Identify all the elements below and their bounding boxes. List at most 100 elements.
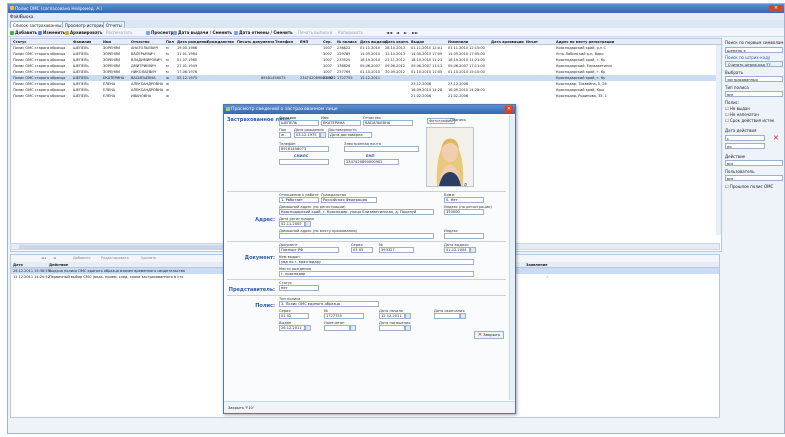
doc-type-dropdown[interactable]: Паспорт РФ (279, 247, 339, 253)
col-changed[interactable]: Изменили (448, 40, 468, 44)
live-address-field[interactable] (279, 233, 434, 239)
edit-button[interactable]: Изменить (38, 30, 65, 35)
col-enp[interactable]: ЕНП (300, 40, 308, 44)
date-from-input[interactable]: с (725, 135, 765, 141)
user-dropdown[interactable]: все (725, 175, 783, 181)
reg-date-field[interactable]: 02.11.2005 (279, 221, 305, 227)
calendar-icon[interactable] (350, 325, 356, 331)
snils-field[interactable] (279, 159, 329, 165)
table-row[interactable]: Полис ОМС старого образца ШЕПЕЛЬ ЕЛЕНА ИВАН… (11, 93, 721, 99)
col-sex[interactable]: Пол (166, 40, 174, 44)
col-citizenship[interactable]: Гражданство (207, 40, 234, 44)
col-surname[interactable]: Фамилия (73, 40, 91, 44)
policy-start-field[interactable]: 12.12.2011 (379, 313, 405, 319)
policy-number-field[interactable]: 1727755 (324, 313, 364, 319)
reliability-dropdown[interactable]: Дата достоверна (328, 132, 372, 138)
col-printdoc[interactable]: Печать документа (237, 40, 274, 44)
tab-history[interactable]: Просмотр истории (62, 21, 108, 28)
homeless-dropdown[interactable]: 0. Нет (444, 197, 484, 203)
surname-field[interactable]: ШЕПЕЛЬ (279, 120, 319, 126)
policy-end-field[interactable] (434, 313, 460, 319)
close-button[interactable]: ✕ Закрыть (474, 331, 504, 339)
policy-printed-field[interactable] (324, 325, 350, 331)
copy-button[interactable]: Копировать (338, 30, 363, 35)
calendar-icon[interactable] (405, 325, 411, 331)
calendar-icon[interactable] (320, 132, 326, 138)
print-button[interactable]: Распечатать (106, 30, 132, 35)
archive-button[interactable]: Архивировать (65, 30, 102, 35)
col-end-date[interactable]: Дата оконч. (385, 40, 409, 44)
birthplace-field[interactable]: г. краснодар (279, 271, 474, 277)
col-archive-date[interactable]: Дата архивации (491, 40, 524, 44)
expired-checkbox[interactable]: ☐ Срок действия истек (725, 118, 774, 123)
name-field[interactable]: ЕКАТЕРИНА (321, 120, 361, 126)
menu-view[interactable]: Вьюха (20, 14, 33, 19)
select-dropdown[interactable]: застрахованных (725, 76, 783, 82)
hist-col-date[interactable]: Дата (13, 263, 23, 267)
calendar-icon[interactable] (405, 313, 411, 319)
sex-dropdown[interactable]: ж (279, 132, 291, 138)
hist-col-action[interactable]: Действие (49, 263, 68, 267)
calendar-icon[interactable] (305, 221, 311, 227)
not-issued-checkbox[interactable]: ☐ Не выдан (725, 106, 750, 111)
policy-given-field[interactable]: 26.12.2011 (279, 325, 305, 331)
doc-series-field[interactable]: 03 05 (351, 247, 373, 253)
patronymic-field[interactable]: ВАСИЛЬЕВНА (363, 120, 413, 126)
col-status[interactable]: Статус (13, 40, 26, 44)
dob-field[interactable]: 03.12.1975 (294, 132, 320, 138)
barcode-search-link[interactable]: Поиск по штрих-коду (725, 55, 770, 60)
index-field[interactable] (444, 233, 484, 239)
policy-type-dropdown[interactable]: 3. Полис ОМС единого образца (279, 301, 379, 307)
work-dropdown[interactable]: 1. Работает (279, 197, 319, 203)
doc-date-field[interactable]: 01.12.2004 (444, 247, 470, 253)
doc-number-field[interactable]: 393327 (379, 247, 414, 253)
col-withdrawn[interactable]: Изъят (526, 40, 538, 44)
col-series[interactable]: Сер. (323, 40, 332, 44)
col-phone[interactable]: Телефон (275, 40, 293, 44)
phone-field[interactable]: 89181456073 (279, 146, 329, 152)
print-extract-button[interactable]: Печать выписки (298, 30, 332, 35)
scan-barcode-button[interactable]: Считать штрих-код 'П' (725, 61, 783, 67)
date-to-input[interactable]: по (725, 143, 765, 149)
clear-dates-icon[interactable]: ✕ (773, 134, 779, 142)
hist-prev-button[interactable]: ◄ (53, 256, 56, 260)
hist-add-button[interactable]: Добавить (73, 256, 91, 260)
issued-by-field[interactable]: увд по г. краснодару (279, 259, 474, 265)
dialog-close-button[interactable]: ✕ (505, 106, 513, 113)
cancel-date-button[interactable]: Дата отмены / Сменить (234, 30, 293, 35)
rep-status-dropdown[interactable]: нет (279, 285, 319, 291)
action-dropdown[interactable]: все (725, 160, 783, 166)
issue-date-button[interactable]: Дата выдачи / Сменить (173, 30, 232, 35)
reg-index-field[interactable]: 350000 (444, 209, 484, 215)
email-field[interactable] (344, 146, 419, 152)
policy-series-field[interactable]: 01 02 (279, 313, 309, 319)
col-address[interactable]: Адрес по месту регистрации (556, 40, 614, 44)
zoom-icon[interactable]: ⌕ (464, 181, 467, 189)
hist-col-application[interactable]: Заявление (526, 263, 548, 267)
enp-field[interactable]: 2347420890000902 (344, 159, 399, 165)
policy-redeem-field[interactable] (379, 325, 405, 331)
citizenship-dropdown[interactable]: Российская Федерация (321, 197, 377, 203)
type-dropdown[interactable]: все (725, 91, 783, 97)
search-input[interactable]: шепель е (725, 47, 783, 53)
tab-insured-list[interactable]: Список застрахованных (10, 21, 67, 28)
last-button[interactable]: ►► (412, 30, 418, 35)
tab-signature[interactable]: Подпись (450, 118, 466, 122)
home-address-field[interactable]: Краснодарский край, г. Краснодар, улица … (279, 209, 434, 215)
calendar-icon[interactable] (470, 247, 476, 253)
close-window-button[interactable]: × (769, 5, 783, 12)
hist-edit-button[interactable]: Редактировать (101, 256, 129, 260)
prev-button[interactable]: ◄ (396, 30, 399, 35)
dialog-scrollbar[interactable] (509, 115, 515, 400)
col-patronymic[interactable]: Отчество (131, 40, 150, 44)
hist-delete-button[interactable]: Удалить (141, 256, 156, 260)
tab-reports[interactable]: Отчеты (103, 21, 125, 28)
col-issued[interactable]: Выдан (411, 40, 424, 44)
not-printed-checkbox[interactable]: ☐ Не напечатан (725, 112, 759, 117)
col-policy-num[interactable]: № полиса (337, 40, 357, 44)
view-button[interactable]: Просмотр (146, 30, 174, 35)
first-button[interactable]: ◄◄ (386, 30, 392, 35)
calendar-icon[interactable] (460, 313, 466, 319)
col-issue-date[interactable]: Дата выдачи (360, 40, 387, 44)
col-name[interactable]: Имя (103, 40, 111, 44)
